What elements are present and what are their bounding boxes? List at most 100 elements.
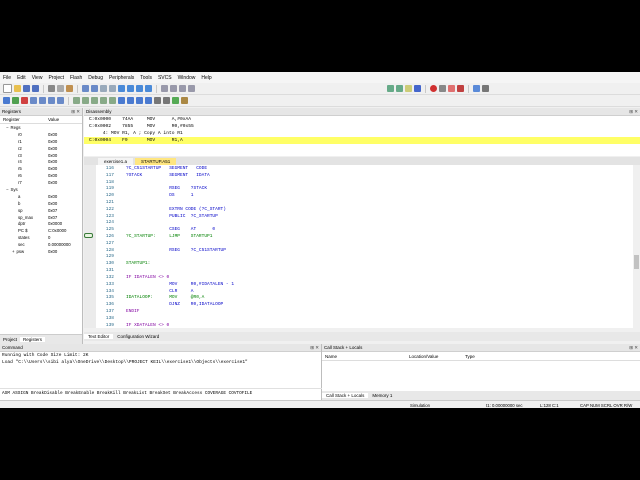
reset-icon[interactable] <box>3 97 10 104</box>
toolbox-icon[interactable] <box>172 97 179 104</box>
undo-icon[interactable] <box>82 85 89 92</box>
tab-memory-1[interactable]: Memory 1 <box>368 393 396 398</box>
disassembly-line[interactable] <box>84 144 640 151</box>
menu-item-debug[interactable]: Debug <box>85 75 106 81</box>
register-row[interactable]: b 0x00 <box>0 200 82 207</box>
editor-gutter[interactable] <box>84 185 96 193</box>
run-to-cursor-icon[interactable] <box>439 85 446 92</box>
register-value[interactable]: 0x00 <box>48 194 82 199</box>
cut-icon[interactable] <box>48 85 55 92</box>
editor-gutter[interactable] <box>84 246 96 254</box>
register-value[interactable]: 0.00000000 <box>48 242 82 247</box>
panel-close-icon[interactable]: ⊞ ✕ <box>629 345 638 351</box>
register-value[interactable]: 0 <box>48 235 82 240</box>
register-value[interactable]: 0x00 <box>48 201 82 206</box>
run-icon[interactable] <box>12 97 19 104</box>
editor-gutter[interactable] <box>84 233 96 240</box>
editor-gutter[interactable] <box>84 267 96 274</box>
save-icon[interactable] <box>23 85 30 92</box>
register-column-header[interactable]: Register <box>0 117 48 122</box>
code-line[interactable]: 122 EXTRN CODE (?C_START) <box>84 205 640 213</box>
uncomment-icon[interactable] <box>188 85 195 92</box>
code-line[interactable]: 136 DJNZ R0,IDATALOOP <box>84 301 640 309</box>
tab-startup[interactable]: STARTUP.A51 <box>135 158 177 165</box>
code-line[interactable]: 120 DS 1 <box>84 192 640 200</box>
bookmark-next-icon[interactable] <box>136 85 143 92</box>
menu-item-edit[interactable]: Edit <box>14 75 29 81</box>
register-row[interactable]: a 0x00 <box>0 193 82 200</box>
register-value[interactable]: C:0x0000 <box>48 228 82 233</box>
register-value[interactable]: 0x00 <box>48 166 82 171</box>
comment-icon[interactable] <box>179 85 186 92</box>
step-over-icon[interactable] <box>39 97 46 104</box>
step-into-icon[interactable] <box>30 97 37 104</box>
register-row[interactable]: r6 0x00 <box>0 172 82 179</box>
tab-project[interactable]: Project <box>0 337 20 342</box>
analysis-window-icon[interactable] <box>145 97 152 104</box>
register-value[interactable]: 0x00 <box>48 249 82 254</box>
editor-gutter[interactable] <box>84 205 96 213</box>
collapse-icon[interactable]: − <box>6 125 9 130</box>
collapse-icon[interactable]: − <box>6 187 9 192</box>
open-file-icon[interactable] <box>14 85 21 92</box>
register-row[interactable]: PC $ C:0x0000 <box>0 227 82 234</box>
code-line[interactable]: 117 ?STACK SEGMENT IDATA <box>84 171 640 179</box>
editor-scrollbar[interactable] <box>633 165 640 328</box>
type-column-header[interactable]: Type <box>465 354 525 359</box>
register-value[interactable]: 0x00 <box>48 180 82 185</box>
register-row[interactable]: − Sys <box>0 186 82 193</box>
code-line[interactable]: 125 CSEG AT 0 <box>84 226 640 234</box>
debug-settings-icon[interactable] <box>181 97 188 104</box>
code-line[interactable]: 137 ENDIF <box>84 308 640 315</box>
disable-breakpoint-icon[interactable] <box>448 85 455 92</box>
code-line[interactable]: 139 IF XDATALEN <> 0 <box>84 321 640 328</box>
code-line[interactable]: 119 RSEG ?STACK <box>84 185 640 193</box>
unindent-icon[interactable] <box>170 85 177 92</box>
registers-window-icon[interactable] <box>100 97 107 104</box>
code-line[interactable]: 127 <box>84 239 640 247</box>
tab-text-editor[interactable]: Text Editor <box>84 334 114 339</box>
editor-gutter[interactable] <box>84 260 96 268</box>
register-row[interactable]: r4 0x00 <box>0 158 82 165</box>
system-viewer-icon[interactable] <box>163 97 170 104</box>
call-stack-window-icon[interactable] <box>109 97 116 104</box>
register-row[interactable]: states 0 <box>0 234 82 241</box>
code-line[interactable]: 128 RSEG ?C_C51STARTUP <box>84 246 640 254</box>
editor-gutter[interactable] <box>84 178 96 186</box>
kill-breakpoints-icon[interactable] <box>457 85 464 92</box>
code-line[interactable]: 123 PUBLIC ?C_STARTUP <box>84 212 640 220</box>
code-line[interactable]: 135 IDATALOOP: MOV @R0,A <box>84 294 640 302</box>
command-window-icon[interactable] <box>73 97 80 104</box>
name-column-header[interactable]: Name <box>322 354 409 359</box>
register-row[interactable]: r1 0x00 <box>0 138 82 145</box>
menu-item-peripherals[interactable]: Peripherals <box>106 75 137 81</box>
menu-item-flash[interactable]: Flash <box>67 75 85 81</box>
register-value[interactable]: 0x00 <box>48 139 82 144</box>
register-row[interactable]: r7 0x00 <box>0 179 82 186</box>
panel-close-icon[interactable]: ⊞ ✕ <box>629 109 638 115</box>
editor-gutter[interactable] <box>84 294 96 302</box>
code-line[interactable]: 129 <box>84 253 640 261</box>
memory-window-icon[interactable] <box>127 97 134 104</box>
editor-gutter[interactable] <box>84 199 96 206</box>
editor-gutter[interactable] <box>84 212 96 220</box>
stop-icon[interactable] <box>21 97 28 104</box>
register-value[interactable]: 0x00 <box>48 173 82 178</box>
register-row[interactable]: r3 0x00 <box>0 152 82 159</box>
code-line[interactable]: 118 <box>84 178 640 186</box>
location-column-header[interactable]: Location/Value <box>409 354 465 359</box>
menu-item-project[interactable]: Project <box>45 75 67 81</box>
editor-gutter[interactable] <box>84 321 96 328</box>
editor-gutter[interactable] <box>84 219 96 227</box>
bookmark-prev-icon[interactable] <box>127 85 134 92</box>
symbols-window-icon[interactable] <box>91 97 98 104</box>
redo-icon[interactable] <box>91 85 98 92</box>
window-layout-icon[interactable] <box>473 85 480 92</box>
register-row[interactable]: sp_max 0x07 <box>0 214 82 221</box>
indent-icon[interactable] <box>161 85 168 92</box>
editor-gutter[interactable] <box>84 165 96 172</box>
breakpoint-icon[interactable] <box>430 85 437 92</box>
incremental-find-icon[interactable] <box>405 85 412 92</box>
panel-close-icon[interactable]: ⊞ ✕ <box>310 345 319 351</box>
new-file-icon[interactable] <box>3 84 12 93</box>
